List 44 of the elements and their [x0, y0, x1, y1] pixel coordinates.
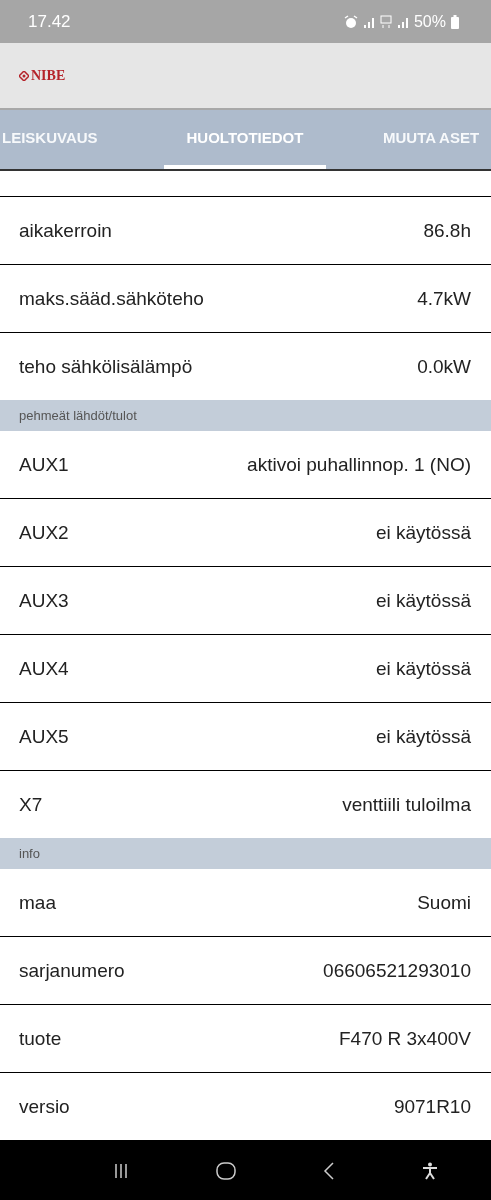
network-icon	[379, 14, 392, 29]
row-label: versio	[19, 1095, 70, 1118]
row-value: aktivoi puhallinnop. 1 (NO)	[247, 453, 471, 476]
signal-icon	[362, 15, 375, 28]
row-value: ei käytössä	[375, 589, 471, 612]
battery-percent: 50%	[413, 12, 446, 31]
row-label: AUX3	[19, 589, 69, 612]
recent-apps-icon[interactable]	[113, 1162, 130, 1179]
clock-time: 17.42	[28, 11, 71, 32]
battery-icon	[451, 14, 459, 29]
row-label: tuote	[19, 1027, 62, 1050]
back-icon[interactable]	[322, 1161, 335, 1180]
section-header: pehmeät lähdöt/tulot	[0, 400, 491, 431]
signal-icon	[396, 15, 409, 28]
accessibility-icon[interactable]	[421, 1161, 438, 1180]
row-label: AUX5	[19, 725, 69, 748]
logo-diamond-icon	[19, 70, 29, 81]
row-value: venttiili tuloilma	[342, 793, 471, 816]
row-value: 4.7kW	[417, 287, 471, 310]
row-value: F470 R 3x400V	[338, 1027, 471, 1050]
row-label: AUX4	[19, 657, 69, 680]
row-label: teho sähkölisälämpö	[19, 355, 193, 378]
row-value: ei käytössä	[375, 521, 471, 544]
row-label: aikakerroin	[19, 219, 112, 242]
logo-text: NIBE	[31, 67, 66, 84]
tab[interactable]: LEISKUVAUS	[0, 110, 116, 169]
row-value: 86.8h	[423, 219, 471, 242]
row-label: AUX2	[19, 521, 69, 544]
tab[interactable]: HUOLTOTIEDOT	[164, 110, 326, 169]
row-value: Suomi	[417, 891, 471, 914]
alarm-icon	[343, 14, 358, 29]
row-label: maa	[19, 891, 56, 914]
row-value: 0.0kW	[417, 355, 471, 378]
tab[interactable]: MUUTA ASET	[383, 110, 480, 169]
home-icon[interactable]	[216, 1161, 237, 1180]
section-header: info	[0, 838, 491, 869]
row-value: ei käytössä	[375, 657, 471, 680]
row-label: sarjanumero	[19, 959, 125, 982]
row-value: 9071R10	[393, 1095, 471, 1118]
row-label: maks.sääd.sähköteho	[19, 287, 204, 310]
row-label: X7	[19, 793, 43, 816]
row-label: AUX1	[19, 453, 69, 476]
row-value: ei käytössä	[375, 725, 471, 748]
row-value: 06606521293010	[323, 959, 471, 982]
